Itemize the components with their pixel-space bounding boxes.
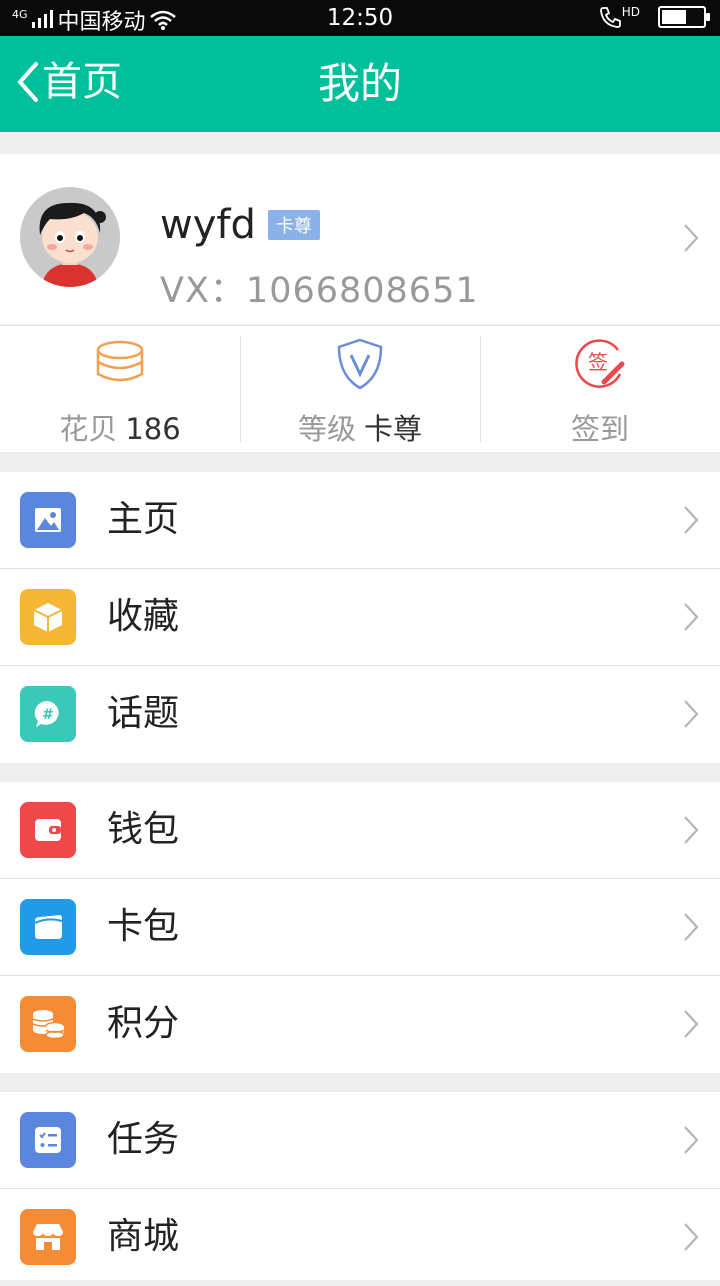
menu-item-label: 任务	[107, 1119, 180, 1160]
store-icon	[20, 1209, 76, 1265]
vx-id: VX：1066808651	[160, 271, 479, 311]
chevron-right-icon	[684, 1126, 699, 1154]
stat-level[interactable]: 等级 卡尊	[240, 326, 480, 452]
menu-item-label: 积分	[107, 1003, 180, 1044]
stat-huabei[interactable]: 花贝 186	[0, 326, 240, 452]
wallet-icon	[20, 802, 76, 858]
chevron-left-icon	[17, 62, 38, 102]
avatar[interactable]	[20, 187, 120, 287]
sign-in-icon: 签	[575, 339, 625, 388]
menu-item-favorites[interactable]: 收藏	[0, 569, 720, 666]
shield-v-icon	[337, 338, 383, 390]
menu-group-3: 任务 商城	[0, 1092, 720, 1280]
hd-call-icon: HD	[598, 5, 640, 29]
back-button[interactable]: 首页	[12, 58, 122, 106]
chevron-right-icon	[684, 913, 699, 941]
stat-value: 186	[125, 412, 181, 446]
back-label: 首页	[42, 59, 122, 105]
battery-fill	[662, 10, 686, 24]
battery-icon	[658, 6, 710, 28]
box-icon	[20, 589, 76, 645]
coins-icon	[20, 996, 76, 1052]
menu-item-wallet[interactable]: 钱包	[0, 782, 720, 879]
menu-item-label: 商城	[107, 1216, 180, 1257]
menu-item-label: 收藏	[107, 596, 180, 637]
menu-item-points[interactable]: 积分	[0, 976, 720, 1073]
menu-group-1: 主页 收藏 # 话题	[0, 472, 720, 763]
menu-item-label: 卡包	[107, 906, 180, 947]
chevron-right-icon	[684, 603, 699, 631]
menu-item-label: 话题	[107, 693, 180, 734]
stat-sign-in[interactable]: 签 签到	[480, 326, 720, 452]
svg-text:签: 签	[588, 350, 608, 374]
hd-label: HD	[621, 5, 640, 19]
status-bar: 4G 中国移动 12:50 HD	[0, 0, 720, 36]
checklist-icon	[20, 1112, 76, 1168]
navigation-bar: 首页 我的	[0, 36, 720, 132]
stats-bar: 花贝 186 等级 卡尊 签 签到	[0, 325, 720, 452]
chevron-right-icon	[684, 1010, 699, 1038]
menu-group-2: 钱包 卡包 积分	[0, 782, 720, 1073]
image-icon	[20, 492, 76, 548]
coin-stack-icon	[96, 340, 144, 382]
chevron-right-icon	[684, 700, 699, 728]
svg-text:#: #	[42, 707, 54, 723]
chevron-right-icon	[684, 816, 699, 844]
level-badge: 卡尊	[267, 210, 320, 240]
username-text: wyfd	[160, 202, 256, 248]
card-icon	[20, 899, 76, 955]
chevron-right-icon	[684, 506, 699, 534]
chevron-right-icon	[684, 224, 699, 252]
menu-item-store[interactable]: 商城	[0, 1189, 720, 1286]
stat-label: 花贝	[59, 412, 118, 446]
menu-item-home[interactable]: 主页	[0, 472, 720, 569]
username: wyfd 卡尊	[160, 202, 320, 248]
menu-item-tasks[interactable]: 任务	[0, 1092, 720, 1189]
chevron-right-icon	[684, 1223, 699, 1251]
profile-card[interactable]: wyfd 卡尊 VX：1066808651	[0, 154, 720, 324]
chat-hash-icon: #	[20, 686, 76, 742]
menu-item-topics[interactable]: # 话题	[0, 666, 720, 763]
stat-label: 等级	[297, 412, 356, 446]
stat-value: 卡尊	[364, 412, 423, 446]
menu-item-label: 钱包	[107, 809, 180, 850]
menu-item-label: 主页	[107, 499, 180, 540]
stat-label: 签到	[570, 412, 629, 446]
menu-item-card-pack[interactable]: 卡包	[0, 879, 720, 976]
